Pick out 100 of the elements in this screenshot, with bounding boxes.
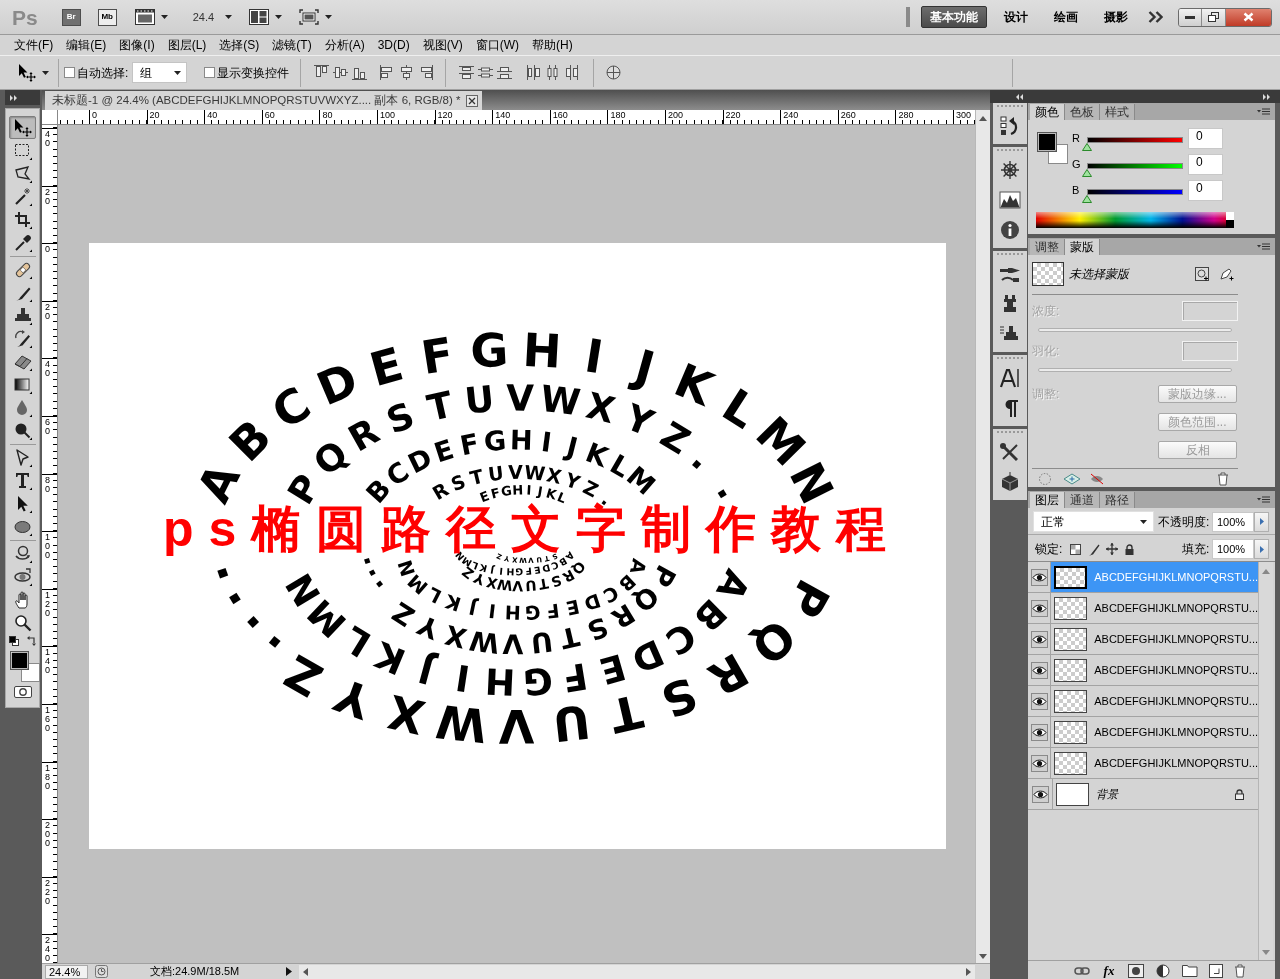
layer-row[interactable]: 背景: [1053, 779, 1258, 809]
panel-tab[interactable]: 路径: [1100, 492, 1135, 508]
align-right-icon[interactable]: [418, 65, 434, 80]
launcher-button[interactable]: Br: [61, 8, 81, 26]
default-colors-icon[interactable]: [8, 636, 19, 646]
menu-item[interactable]: 3D(D): [377, 39, 410, 51]
scrollbar[interactable]: [299, 964, 975, 979]
align-top-icon[interactable]: [314, 65, 330, 80]
panel-menu-icon[interactable]: [1257, 108, 1270, 115]
tool-button[interactable]: [9, 116, 36, 139]
eye-icon[interactable]: [1030, 568, 1048, 586]
blend-mode-dropdown[interactable]: 正常: [1033, 511, 1154, 532]
distribute-top-icon[interactable]: [459, 65, 475, 80]
menu-item[interactable]: 编辑(E): [66, 39, 107, 51]
close-button[interactable]: [1226, 8, 1271, 26]
color-spectrum[interactable]: [1036, 212, 1234, 228]
collapse-arrows-icon[interactable]: [1016, 93, 1024, 100]
feather-slider[interactable]: [1038, 368, 1232, 372]
new-layer-icon[interactable]: [1209, 963, 1223, 978]
tool-preset-button[interactable]: [18, 63, 49, 82]
value-field[interactable]: 0: [1188, 128, 1223, 149]
dotted-circle-icon[interactable]: [1038, 472, 1052, 486]
minimize-button[interactable]: [1179, 8, 1202, 26]
menu-item[interactable]: 分析(A): [324, 39, 365, 51]
panel-tab[interactable]: 颜色: [1030, 104, 1065, 120]
double-chevron-icon[interactable]: [1148, 11, 1163, 23]
fill-field[interactable]: 100%: [1212, 539, 1254, 559]
scroll-down-icon[interactable]: [979, 954, 987, 959]
trash-icon[interactable]: [1217, 472, 1229, 486]
align-bottom-icon[interactable]: [352, 65, 368, 80]
screen-mode-button[interactable]: [299, 9, 333, 25]
histogram-icon[interactable]: [999, 190, 1021, 210]
checkbox[interactable]: [64, 67, 75, 78]
panel-tab[interactable]: 调整: [1030, 239, 1065, 255]
auto-select-dropdown[interactable]: 组: [132, 62, 188, 83]
link-icon[interactable]: [1074, 965, 1090, 976]
clock-icon[interactable]: [95, 965, 108, 978]
value-field[interactable]: 0: [1188, 180, 1223, 201]
menu-item[interactable]: 窗口(W): [475, 39, 519, 51]
scrollbar[interactable]: [975, 110, 990, 963]
checkbox[interactable]: [204, 67, 216, 78]
zoom-field[interactable]: 24.4%: [45, 964, 88, 979]
ruler-origin[interactable]: [42, 110, 58, 125]
panel-menu-icon[interactable]: [1257, 496, 1270, 503]
diamond-icon[interactable]: [1063, 473, 1081, 485]
info-icon[interactable]: [999, 220, 1021, 240]
color-swatches-icon[interactable]: [1037, 132, 1068, 164]
menu-item[interactable]: 视图(V): [422, 39, 463, 51]
eye-icon[interactable]: [1030, 723, 1048, 741]
lock-all-icon[interactable]: [1125, 543, 1134, 555]
ship-wheel-icon[interactable]: [999, 160, 1021, 180]
expand-arrows-icon[interactable]: [10, 94, 18, 101]
folder-icon[interactable]: [1182, 964, 1198, 977]
spin-button[interactable]: [1254, 539, 1269, 559]
restore-button[interactable]: [1202, 8, 1226, 26]
layer-row[interactable]: ABCDEFGHIJKLMNOPQRSTU...: [1051, 748, 1258, 778]
layer-row[interactable]: ABCDEFGHIJKLMNOPQRSTU...: [1051, 655, 1258, 685]
panel-tab[interactable]: 色板: [1065, 104, 1100, 120]
workspace-button[interactable]: 设计: [995, 6, 1037, 28]
trash-icon[interactable]: [1234, 963, 1246, 978]
layer-row[interactable]: ABCDEFGHIJKLMNOPQRSTU...: [1051, 624, 1258, 654]
value-field[interactable]: 0: [1188, 154, 1223, 175]
panel-menu-icon[interactable]: [1257, 243, 1270, 250]
spin-button[interactable]: [1254, 511, 1269, 532]
panel-tab[interactable]: 蒙版: [1065, 239, 1100, 255]
distribute-middle-icon[interactable]: [478, 65, 494, 80]
workspace-button[interactable]: 绘画: [1045, 6, 1087, 28]
lock-transparency-icon[interactable]: [1070, 543, 1081, 555]
slider-thumb[interactable]: [1082, 169, 1092, 177]
workspace-button[interactable]: 摄影: [1095, 6, 1137, 28]
distribute-right-icon[interactable]: [564, 65, 580, 80]
arrange-button[interactable]: [249, 9, 283, 25]
view-extras-button[interactable]: [134, 9, 168, 25]
distribute-center-icon[interactable]: [545, 65, 561, 80]
cube-icon[interactable]: [999, 472, 1021, 492]
align-middle-icon[interactable]: [333, 65, 349, 80]
opacity-field[interactable]: 100%: [1212, 511, 1254, 532]
menu-item[interactable]: 选择(S): [219, 39, 260, 51]
color-swatches-icon[interactable]: [9, 651, 40, 682]
document-tab[interactable]: 未标题-1 @ 24.4% (ABCDEFGHIJKLMNOPQRSTUVWXYZ.... 副本 6, RGB/8) *: [45, 91, 483, 110]
expand-arrows-icon[interactable]: [1263, 93, 1271, 100]
character-icon[interactable]: [999, 368, 1021, 388]
layer-style-button[interactable]: fx: [1101, 964, 1117, 977]
slider-thumb[interactable]: [1082, 143, 1092, 151]
mask-icon[interactable]: [1128, 963, 1144, 978]
zoom-dropdown[interactable]: 24.4: [192, 8, 233, 26]
swap-colors-icon[interactable]: [26, 636, 37, 646]
scroll-left-icon[interactable]: [303, 967, 308, 976]
layer-row[interactable]: ABCDEFGHIJKLMNOPQRSTU...: [1051, 686, 1258, 716]
close-tab-icon[interactable]: [466, 94, 479, 107]
add-pixel-mask-icon[interactable]: [1195, 267, 1209, 281]
scroll-right-icon[interactable]: [966, 967, 971, 976]
lock-move-icon[interactable]: [1106, 543, 1118, 555]
eye-icon[interactable]: [1030, 661, 1048, 679]
slider-thumb[interactable]: [1082, 195, 1092, 203]
eye-icon[interactable]: [1031, 785, 1049, 803]
layer-row[interactable]: ABCDEFGHIJKLMNOPQRSTU...: [1051, 593, 1258, 623]
pen-plus-icon[interactable]: [1220, 267, 1234, 281]
eye-icon[interactable]: [1030, 630, 1048, 648]
panel-tab[interactable]: 图层: [1030, 492, 1065, 508]
